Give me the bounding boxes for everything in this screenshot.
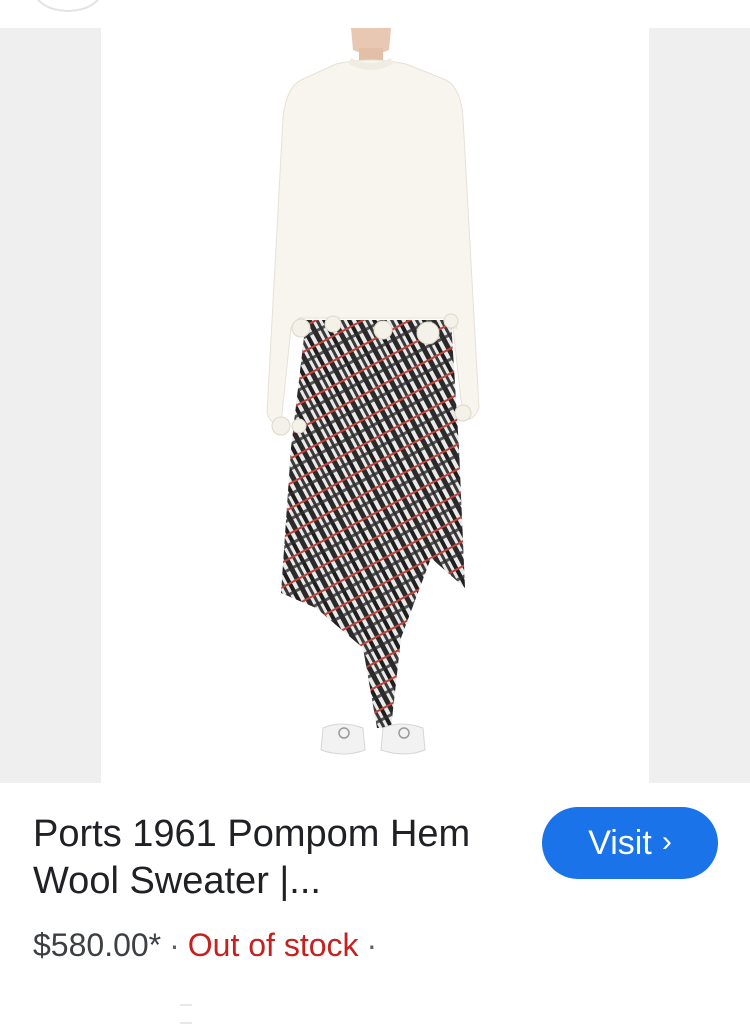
product-photo-illustration	[266, 28, 480, 755]
product-price: $580.00*	[33, 927, 162, 963]
product-image[interactable]	[101, 28, 649, 783]
product-info: Ports 1961 Pompom Hem Wool Sweater |... …	[0, 783, 750, 1027]
top-bar	[0, 0, 750, 28]
visit-button-label: Visit	[588, 823, 652, 862]
separator: ·	[169, 927, 180, 963]
visit-button[interactable]: Visit ›	[542, 807, 718, 879]
stock-status: Out of stock	[187, 927, 359, 963]
price-row: $580.00* · Out of stock ·	[33, 927, 385, 964]
product-image-panel[interactable]	[0, 28, 750, 783]
product-title[interactable]: Ports 1961 Pompom Hem Wool Sweater |...	[33, 811, 523, 905]
chevron-right-icon: ›	[661, 825, 672, 858]
faint-divider	[180, 993, 280, 1024]
trailing-separator: ·	[366, 927, 378, 963]
close-button[interactable]	[34, 0, 102, 12]
